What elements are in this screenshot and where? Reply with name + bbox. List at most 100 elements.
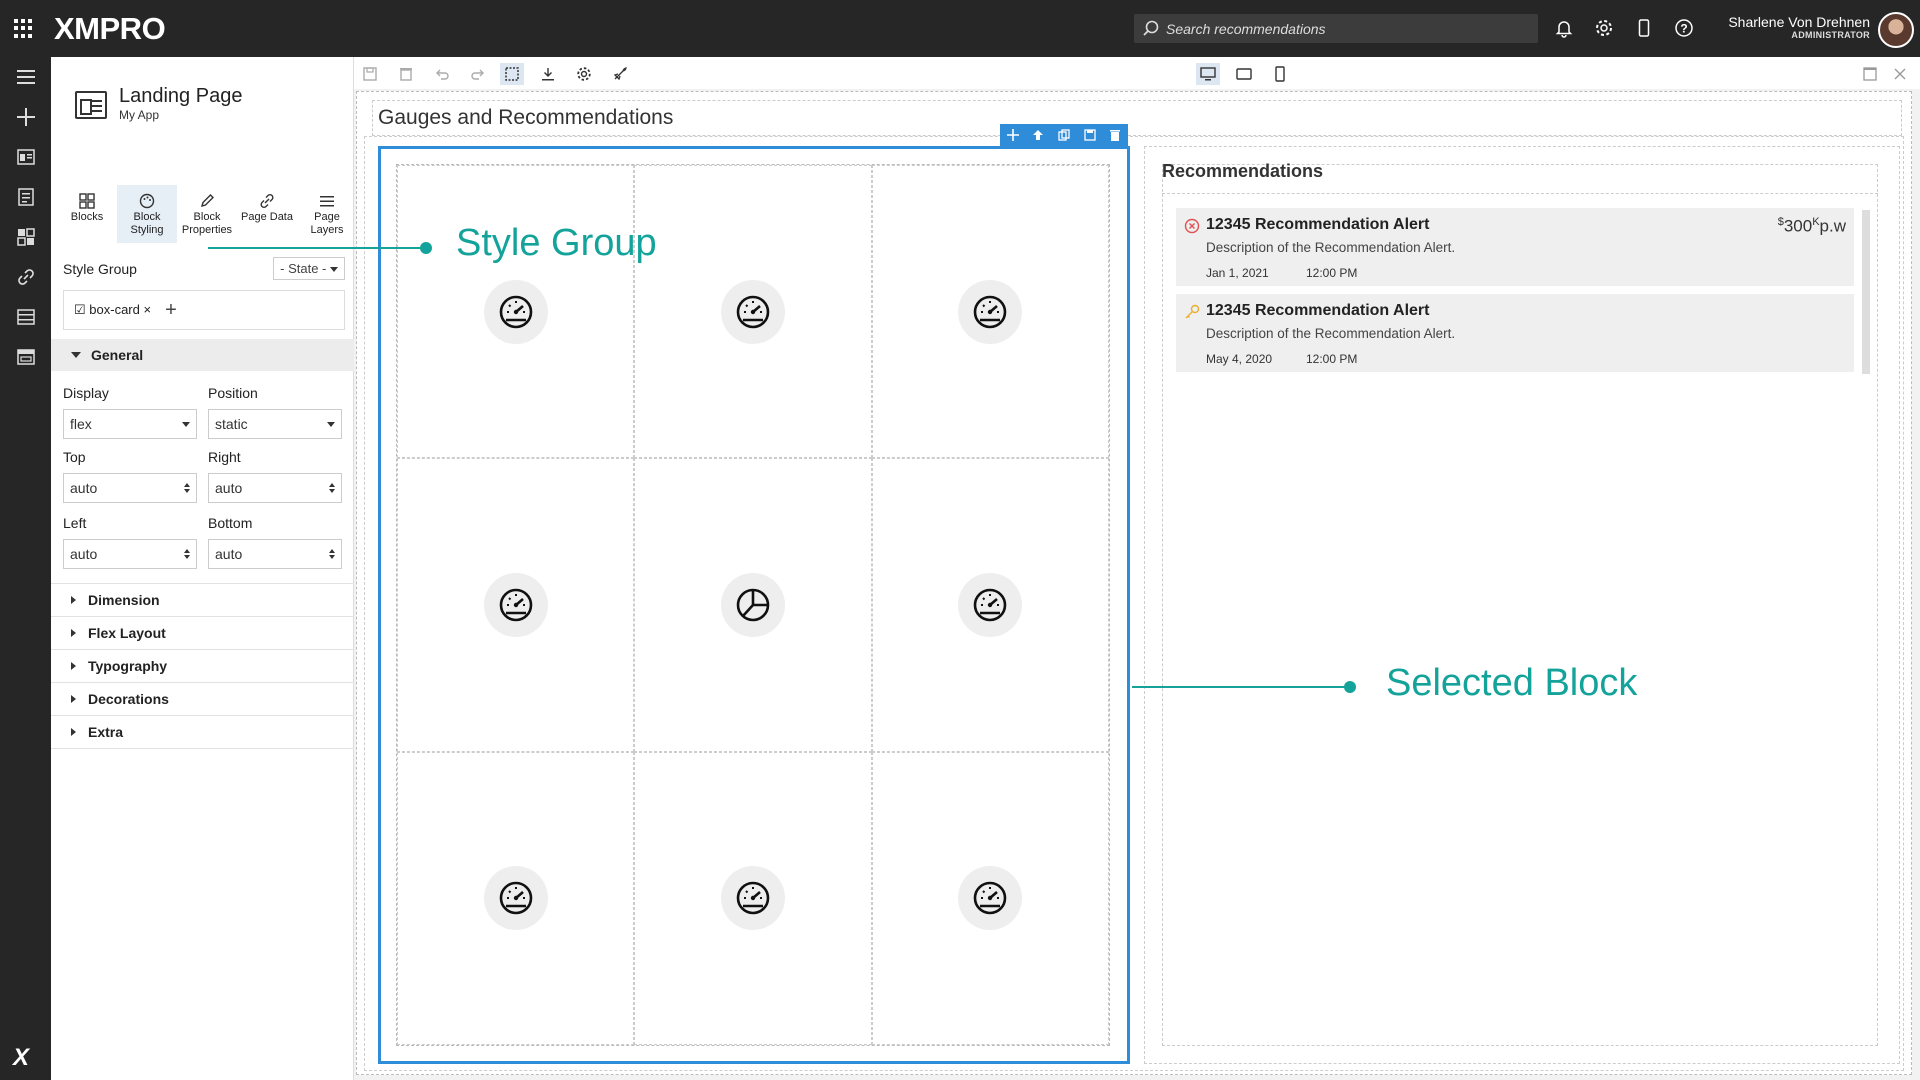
mobile-view-icon[interactable]	[1268, 63, 1292, 85]
menu-icon[interactable]	[0, 57, 51, 97]
link-icon[interactable]	[0, 257, 51, 297]
recommendations-scrollbar[interactable]	[1862, 210, 1870, 374]
window-icon[interactable]	[0, 337, 51, 377]
save-icon[interactable]	[358, 63, 382, 85]
dashboard-icon[interactable]	[0, 217, 51, 257]
left-rail: X	[0, 57, 51, 1080]
tab-page-data[interactable]: Page Data	[237, 185, 297, 243]
trash-icon[interactable]	[1109, 129, 1121, 141]
gear-icon[interactable]	[572, 63, 596, 85]
selected-block-annotation: Selected Block	[1386, 662, 1638, 704]
apps-grid-icon[interactable]	[14, 18, 34, 39]
style-group-label: Style Group	[63, 260, 137, 277]
gauge-grid	[396, 164, 1110, 1046]
section-flex-layout[interactable]: Flex Layout	[51, 617, 354, 650]
recommendations-list: 12345 Recommendation Alert $300Kp.w Desc…	[1176, 208, 1866, 380]
right-input[interactable]: auto	[208, 473, 342, 503]
bell-icon[interactable]	[1552, 16, 1576, 40]
select-outline-icon[interactable]	[500, 63, 524, 85]
gauge-cell[interactable]	[397, 458, 635, 752]
left-label: Left	[63, 515, 87, 531]
section-decorations[interactable]: Decorations	[51, 683, 354, 716]
arrow-up-icon[interactable]	[1032, 129, 1044, 141]
app-logo[interactable]: XMPRO	[54, 11, 166, 47]
trash-icon[interactable]	[394, 63, 418, 85]
left-input[interactable]: auto	[63, 539, 197, 569]
section-label: Flex Layout	[88, 625, 166, 641]
document-icon[interactable]	[0, 177, 51, 217]
search-input[interactable]: Search recommendations	[1134, 14, 1538, 43]
add-style-button[interactable]: +	[165, 299, 177, 322]
stepper-icon[interactable]	[184, 483, 190, 493]
link-icon	[260, 193, 274, 209]
error-circle-icon	[1184, 218, 1200, 237]
tab-blocks[interactable]: Blocks	[57, 185, 117, 243]
state-select[interactable]: - State -	[273, 257, 345, 280]
gauge-cell[interactable]	[634, 751, 872, 1045]
stepper-icon[interactable]	[329, 549, 335, 559]
mobile-icon[interactable]	[1632, 16, 1656, 40]
tab-block-styling[interactable]: Block Styling	[117, 185, 177, 243]
bottom-input[interactable]: auto	[208, 539, 342, 569]
stepper-icon[interactable]	[329, 483, 335, 493]
search-placeholder: Search recommendations	[1166, 20, 1326, 37]
chevron-right-icon	[71, 728, 76, 736]
gauge-cell[interactable]	[397, 165, 635, 459]
gear-icon[interactable]	[1592, 16, 1616, 40]
chevron-right-icon	[71, 695, 76, 703]
gauge-cell[interactable]	[634, 165, 872, 459]
close-icon[interactable]	[1888, 63, 1912, 85]
copy-icon[interactable]	[1058, 129, 1070, 141]
download-icon[interactable]	[536, 63, 560, 85]
canvas-heading[interactable]: Gauges and Recommendations	[378, 106, 673, 130]
maximize-icon[interactable]	[1858, 63, 1882, 85]
chevron-right-icon	[71, 629, 76, 637]
gauge-cell[interactable]	[871, 458, 1109, 752]
table-icon[interactable]	[0, 297, 51, 337]
pie-cell[interactable]	[634, 458, 872, 752]
position-label: Position	[208, 385, 258, 401]
gauge-cell[interactable]	[397, 751, 635, 1045]
user-info[interactable]: Sharlene Von Drehnen ADMINISTRATOR	[1728, 14, 1870, 40]
rocket-icon[interactable]	[608, 63, 632, 85]
plus-icon[interactable]	[0, 97, 51, 137]
display-select[interactable]: flex	[63, 409, 197, 439]
help-icon[interactable]: ?	[1672, 16, 1696, 40]
tab-page-layers[interactable]: Page Layers	[297, 185, 357, 243]
style-tag[interactable]: ☑ box-card ×	[74, 302, 151, 318]
redo-icon[interactable]	[466, 63, 490, 85]
tab-block-styling-label: Block Styling	[130, 211, 164, 236]
recommendation-card[interactable]: 12345 Recommendation Alert Description o…	[1176, 294, 1854, 372]
recommendation-card[interactable]: 12345 Recommendation Alert $300Kp.w Desc…	[1176, 208, 1854, 286]
display-select-value: flex	[70, 416, 92, 432]
close-icon[interactable]: ×	[143, 302, 151, 317]
chevron-right-icon	[71, 596, 76, 604]
section-general[interactable]: General	[51, 339, 354, 371]
style-group-tags[interactable]: ☑ box-card × +	[63, 290, 345, 330]
save-icon[interactable]	[1083, 129, 1096, 141]
page-list-icon[interactable]	[0, 137, 51, 177]
section-general-label: General	[91, 347, 144, 363]
section-extra[interactable]: Extra	[51, 716, 354, 749]
avatar[interactable]	[1878, 12, 1914, 48]
gauge-cell[interactable]	[871, 751, 1109, 1045]
recommendation-time: 12:00 PM	[1306, 266, 1358, 280]
top-input[interactable]: auto	[63, 473, 197, 503]
stepper-icon[interactable]	[184, 549, 190, 559]
gauge-icon	[958, 866, 1023, 931]
desktop-view-icon[interactable]	[1196, 63, 1220, 85]
recommendation-description: Description of the Recommendation Alert.	[1206, 326, 1456, 341]
section-label: Extra	[88, 724, 124, 740]
brand-x-icon[interactable]: X	[13, 1044, 29, 1072]
tab-block-properties[interactable]: Block Properties	[177, 185, 237, 243]
undo-icon[interactable]	[430, 63, 454, 85]
section-typography[interactable]: Typography	[51, 650, 354, 683]
position-select-value: static	[215, 416, 248, 432]
tablet-view-icon[interactable]	[1232, 63, 1256, 85]
position-select[interactable]: static	[208, 409, 342, 439]
section-dimension[interactable]: Dimension	[51, 584, 354, 617]
move-icon[interactable]	[1006, 129, 1019, 141]
gauge-icon	[483, 572, 548, 637]
pie-chart-icon	[720, 572, 785, 637]
gauge-cell[interactable]	[871, 165, 1109, 459]
